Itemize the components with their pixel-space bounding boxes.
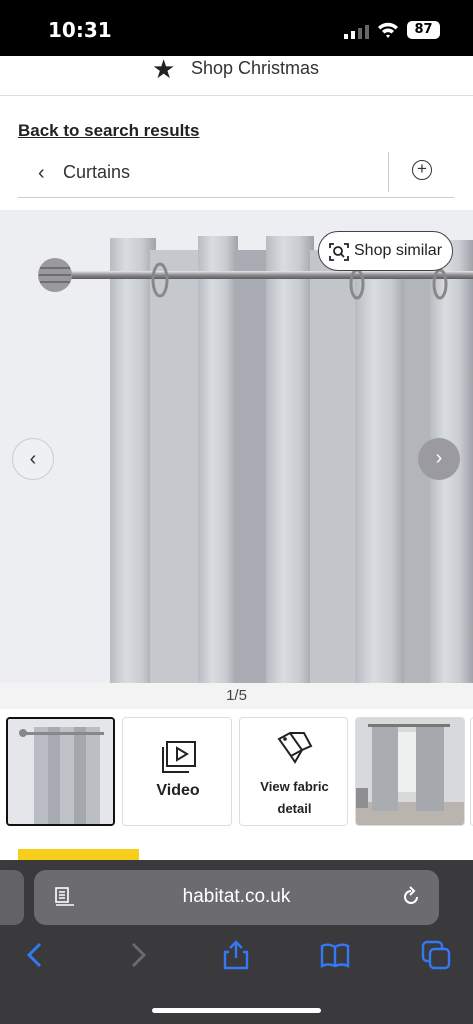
status-bar: 10:31 87 [0,0,473,56]
thumbnail-fabric-detail[interactable]: View fabric detail [239,717,348,826]
status-time: 10:31 [48,18,112,42]
url-host[interactable]: habitat.co.uk [34,886,439,908]
gallery-counter: 1/5 [226,687,247,704]
thumbnail-1[interactable] [6,717,115,826]
promo-strip[interactable]: ★ Shop Christmas [0,56,473,96]
previous-tab-preview[interactable] [0,870,24,925]
back-arrow-icon[interactable] [20,940,50,970]
chevron-left-icon[interactable]: ‹ [38,162,45,185]
fabric-label-line-2: detail [277,801,312,816]
zoom-plus-icon[interactable]: + [412,160,432,180]
video-play-icon [162,741,196,773]
thumbnail-curtain-image [8,719,113,824]
bookmarks-icon[interactable] [320,940,350,970]
divider [388,152,389,192]
cellular-signal-icon [344,25,369,39]
fabric-detail-label: View fabric detail [240,776,347,820]
chevron-right-icon: › [435,447,443,469]
reload-icon[interactable] [400,886,422,908]
home-indicator [152,1008,321,1013]
star-icon: ★ [152,54,176,84]
thumbnail-room-image [356,718,464,825]
gallery-next-button[interactable]: › [418,438,460,480]
breadcrumb: ‹ Curtains + [18,150,454,198]
address-bar[interactable]: habitat.co.uk [34,870,439,925]
share-icon[interactable] [221,940,251,970]
shop-similar-button[interactable]: Shop similar [318,231,453,271]
visual-search-icon [329,243,349,261]
thumbnail-4[interactable] [355,717,465,826]
wifi-icon [378,22,398,38]
gallery-prev-button[interactable]: ‹ [12,438,54,480]
fabric-label-line-1: View fabric [260,779,329,794]
product-main-image[interactable] [0,210,473,683]
curtain-illustration [0,210,473,683]
chevron-left-icon: ‹ [29,448,37,470]
shop-christmas-link[interactable]: Shop Christmas [191,58,319,79]
forward-arrow-icon[interactable] [123,940,153,970]
fabric-swatch-icon [277,731,313,764]
breadcrumb-curtains[interactable]: Curtains [63,162,130,183]
thumbnail-video[interactable]: Video [122,717,232,826]
back-to-search-link[interactable]: Back to search results [18,121,199,141]
battery-icon: 87 [407,21,440,39]
shop-similar-label: Shop similar [354,242,443,259]
video-label: Video [156,782,200,799]
tabs-icon[interactable] [421,940,451,970]
